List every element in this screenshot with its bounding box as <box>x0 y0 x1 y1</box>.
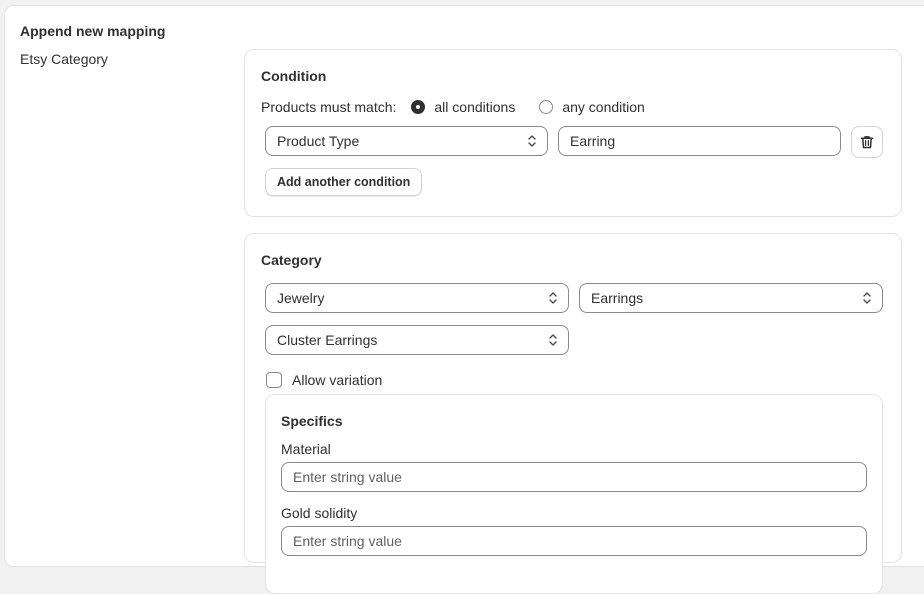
delete-condition-button[interactable] <box>851 126 883 158</box>
chevron-up-down-icon <box>863 292 871 304</box>
condition-card: Condition Products must match: all condi… <box>244 49 902 217</box>
radio-any-condition-label[interactable]: any condition <box>562 99 645 115</box>
radio-all-conditions-label[interactable]: all conditions <box>434 99 515 115</box>
gold-solidity-label: Gold solidity <box>281 505 358 521</box>
condition-field-value: Product Type <box>277 133 360 149</box>
category-level3-value: Cluster Earrings <box>277 332 378 348</box>
match-mode-label: Products must match: <box>261 99 397 115</box>
radio-all-conditions-control[interactable] <box>411 100 426 114</box>
condition-heading: Condition <box>261 68 327 84</box>
trash-icon <box>860 136 874 149</box>
category-level1-value: Jewelry <box>277 290 325 306</box>
material-label: Material <box>281 441 331 457</box>
material-placeholder: Enter string value <box>293 469 402 485</box>
chevron-up-down-icon <box>549 292 557 304</box>
add-another-condition-button[interactable]: Add another condition <box>265 168 423 196</box>
condition-value-text: Earring <box>570 133 616 149</box>
category-level3-select[interactable]: Cluster Earrings <box>265 325 569 355</box>
chevron-up-down-icon <box>528 135 536 147</box>
radio-any-condition-control[interactable] <box>539 100 554 114</box>
category-level2-select[interactable]: Earrings <box>579 283 883 313</box>
chevron-up-down-icon <box>549 334 557 346</box>
allow-variation-label[interactable]: Allow variation <box>292 372 382 388</box>
radio-all-conditions[interactable]: all conditions <box>411 99 515 115</box>
condition-value-input[interactable]: Earring <box>558 126 841 156</box>
specifics-heading: Specifics <box>281 413 343 429</box>
gold-solidity-placeholder: Enter string value <box>293 533 402 549</box>
match-mode-row: Products must match: all conditions any … <box>261 98 645 116</box>
allow-variation-row[interactable]: Allow variation <box>266 372 382 388</box>
category-heading: Category <box>261 252 322 268</box>
material-input[interactable]: Enter string value <box>281 462 867 492</box>
category-level2-value: Earrings <box>591 290 644 306</box>
specifics-card: Specifics Material Enter string value Go… <box>265 394 883 594</box>
page-title: Append new mapping <box>20 23 166 39</box>
category-level1-select[interactable]: Jewelry <box>265 283 569 313</box>
gold-solidity-input[interactable]: Enter string value <box>281 526 867 556</box>
allow-variation-checkbox[interactable] <box>266 372 282 388</box>
etsy-category-label: Etsy Category <box>20 51 108 67</box>
condition-field-select[interactable]: Product Type <box>265 126 548 156</box>
radio-any-condition[interactable]: any condition <box>539 99 645 115</box>
category-card: Category Jewelry Earrings Cluster Earrin… <box>244 233 902 594</box>
